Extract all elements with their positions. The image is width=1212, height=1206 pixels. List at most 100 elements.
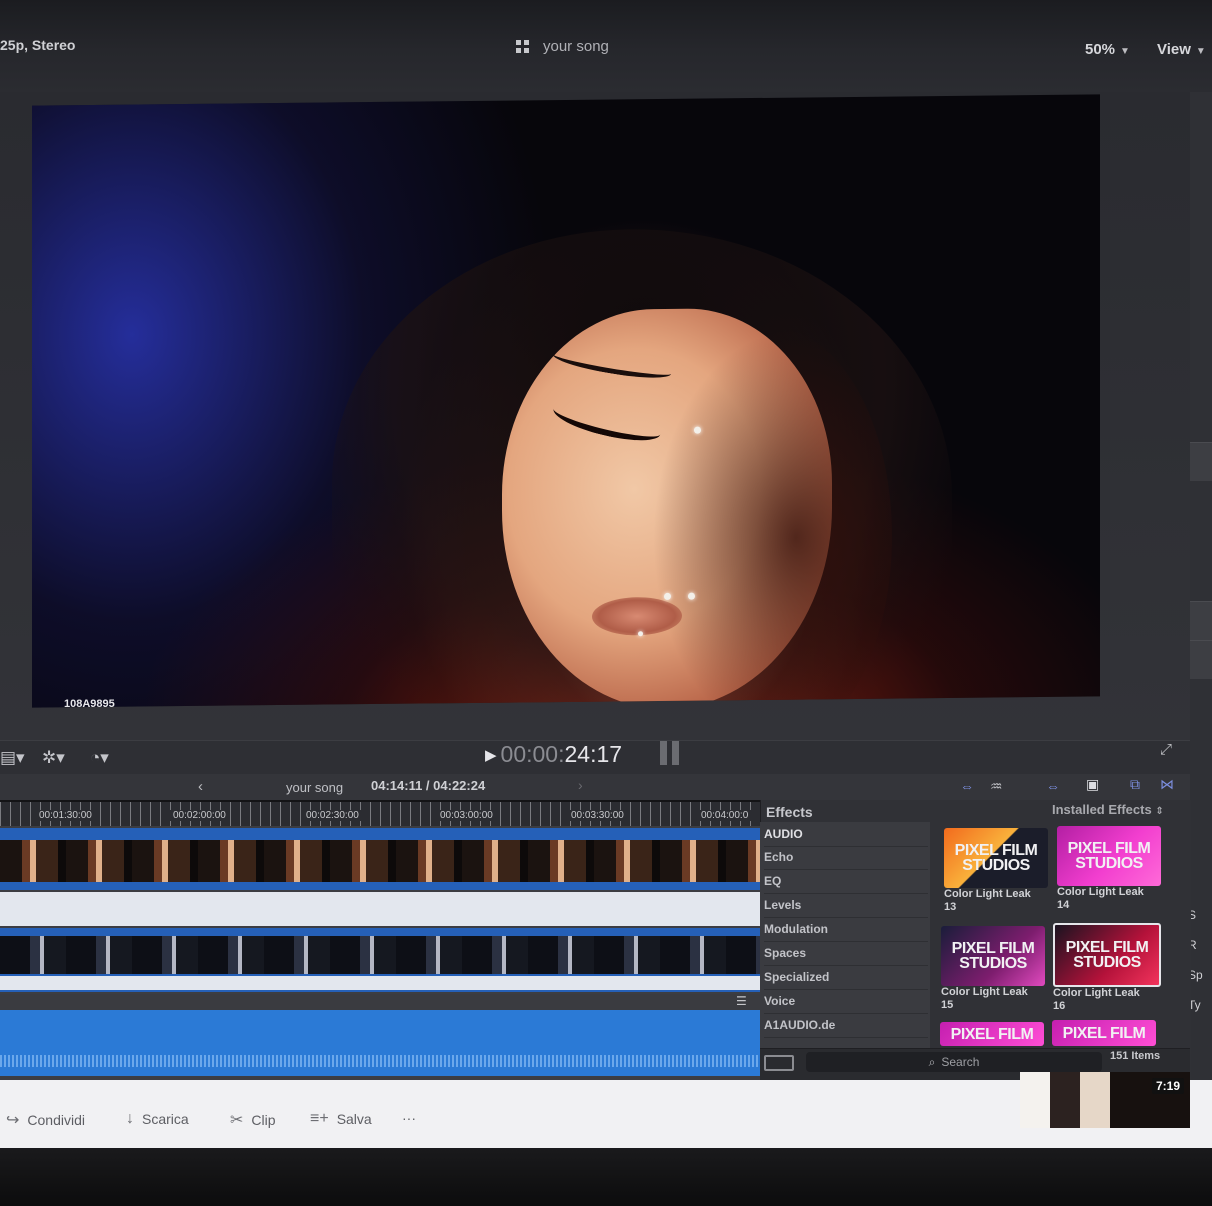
timeline-duration: 04:14:11 / 04:22:24 <box>371 778 486 793</box>
pause-icon[interactable] <box>660 741 682 765</box>
effect-label: Color Light Leak 16 <box>1053 987 1140 1012</box>
view-label: View <box>1157 41 1191 58</box>
effect-thumbnail-partial[interactable]: PIXEL FILM <box>940 1022 1044 1046</box>
download-label: Scarica <box>142 1111 189 1127</box>
view-menu[interactable]: View ▼ <box>1157 41 1206 58</box>
clip-button[interactable]: ✂ Clip <box>230 1110 276 1130</box>
save-button[interactable]: ≡+ Salva <box>310 1110 372 1128</box>
more-icon: ··· <box>402 1110 416 1126</box>
ruler-label: 00:03:00:00 <box>437 810 496 821</box>
add-to-list-icon: ≡+ <box>310 1110 329 1127</box>
timecode-display[interactable]: ▶ 00:00:24:17 <box>485 741 622 768</box>
effect-label: Color Light Leak 15 <box>941 986 1028 1011</box>
piercing <box>688 592 695 600</box>
filmstrip <box>0 840 760 882</box>
effect-label: Color Light Leak 14 <box>1057 886 1144 911</box>
timeline-project-name: your song <box>286 780 344 795</box>
magic-wand-icon[interactable]: ✲▾ <box>42 748 65 768</box>
inspector-button[interactable] <box>1190 442 1212 481</box>
layout-icon[interactable]: ▤▾ <box>0 748 25 768</box>
inspector-button[interactable] <box>1190 601 1212 640</box>
clip-audio-strip <box>0 976 760 990</box>
effects-category[interactable]: EQ <box>764 870 928 894</box>
inspector-button[interactable] <box>1190 640 1212 679</box>
search-icon: ⌕ <box>928 1054 936 1069</box>
effects-category[interactable]: AUDIO <box>764 823 928 847</box>
audio-skimming-icon[interactable]: ♒ <box>990 778 1003 795</box>
timeline-ruler[interactable] <box>0 802 760 826</box>
scissors-icon: ✂ <box>230 1112 244 1129</box>
clip-appearance-icon[interactable]: ⇔ <box>960 778 974 794</box>
effects-title: Effects <box>766 804 813 820</box>
save-label: Salva <box>336 1111 372 1127</box>
effects-category[interactable]: A1AUDIO.de <box>764 1014 928 1038</box>
piercing <box>664 592 671 600</box>
ruler-label: 00:03:30:00 <box>568 810 627 821</box>
timecode-value: 24:17 <box>564 741 623 767</box>
thumb-text: STUDIOS <box>1073 954 1141 971</box>
effect-thumbnail: PIXEL FILM STUDIOS <box>944 828 1048 888</box>
effect-thumbnail: PIXEL FILM STUDIOS <box>941 926 1045 986</box>
sidebar-toggle-icon[interactable] <box>764 1055 794 1071</box>
download-button[interactable]: ↓ Scarica <box>126 1110 189 1128</box>
effects-category[interactable]: Modulation <box>764 918 928 942</box>
piercing <box>638 631 643 637</box>
monitor-bezel <box>0 1148 1212 1206</box>
effect-tile[interactable]: PIXEL FILM STUDIOS Color Light Leak 13 <box>944 828 1054 914</box>
transitions-icon[interactable]: ⧉ <box>1130 776 1140 793</box>
fullscreen-icon[interactable]: ⤢ <box>1160 741 1172 758</box>
project-title-group: your song <box>516 38 609 55</box>
video-frame[interactable] <box>32 94 1100 708</box>
zoom-value: 50% <box>1085 41 1116 58</box>
audio-waveform <box>0 1055 760 1067</box>
project-format: 25p, Stereo <box>0 37 76 53</box>
share-label: Condividi <box>27 1112 85 1128</box>
thumb-text: STUDIOS <box>962 857 1030 874</box>
timeline-header <box>0 774 1190 800</box>
installed-effects-menu[interactable]: Installed Effects ⇕ <box>1052 802 1164 817</box>
effect-tile[interactable]: PIXEL FILM STUDIOS Color Light Leak 16 <box>1053 923 1163 1013</box>
chevron-down-icon: ▼ <box>1120 46 1130 57</box>
effects-search-field[interactable]: ⌕ Search <box>806 1052 1102 1072</box>
effect-tile[interactable]: PIXEL FILM STUDIOS Color Light Leak 15 <box>941 926 1051 1012</box>
ruler-label: 00:01:30:00 <box>36 810 95 821</box>
thumb-text: STUDIOS <box>1075 855 1143 872</box>
effect-thumbnail: PIXEL FILM STUDIOS <box>1057 826 1161 886</box>
search-placeholder: Search <box>941 1055 980 1069</box>
forward-chevron-icon[interactable]: › <box>578 777 583 793</box>
share-icon: ↪ <box>6 1112 20 1129</box>
updown-icon: ⇕ <box>1155 806 1164 817</box>
effects-category[interactable]: Spaces <box>764 942 928 966</box>
effect-tile[interactable]: PIXEL FILM STUDIOS Color Light Leak 14 <box>1057 826 1167 912</box>
track-divider <box>0 994 760 1010</box>
inspector-icon[interactable]: ▣ <box>1086 776 1099 793</box>
filmstrip <box>0 936 760 974</box>
chevron-down-icon: ▼ <box>1195 46 1206 57</box>
snapping-icon[interactable]: ⇔ <box>1046 778 1060 794</box>
thumb-text: PIXEL FILM <box>1062 1024 1146 1042</box>
back-chevron-icon[interactable]: ‹ <box>198 778 203 795</box>
effects-count: 151 Items <box>1110 1050 1161 1062</box>
video-duration-badge: 7:19 <box>1152 1078 1185 1094</box>
thumb-text: STUDIOS <box>959 955 1027 972</box>
grid-icon <box>516 40 529 53</box>
effect-thumbnail-partial[interactable]: PIXEL FILM <box>1052 1020 1156 1046</box>
effects-category[interactable]: Voice <box>764 990 928 1014</box>
ruler-label: 00:04:00:0 <box>698 810 752 821</box>
zoom-menu[interactable]: 50% ▼ <box>1085 41 1130 58</box>
ruler-label: 00:02:30:00 <box>303 810 362 821</box>
piercing <box>694 426 701 434</box>
more-button[interactable]: ··· <box>402 1110 416 1126</box>
effect-thumbnail: PIXEL FILM STUDIOS <box>1053 923 1161 987</box>
menu-lines-icon[interactable]: ☰ <box>736 994 747 1008</box>
effects-browser-icon[interactable]: ⋈ <box>1160 776 1174 793</box>
speedometer-icon[interactable]: ◔▾ <box>90 748 109 768</box>
thumb-text: PIXEL FILM <box>950 1025 1034 1043</box>
play-icon[interactable]: ▶ <box>485 746 497 764</box>
effects-category[interactable]: Echo <box>764 846 928 870</box>
effects-category[interactable]: Specialized <box>764 966 928 990</box>
share-button[interactable]: ↪ Condividi <box>6 1110 85 1130</box>
effects-category[interactable]: Levels <box>764 894 928 918</box>
clip-gap <box>0 892 760 926</box>
installed-effects-label: Installed Effects <box>1052 802 1152 817</box>
